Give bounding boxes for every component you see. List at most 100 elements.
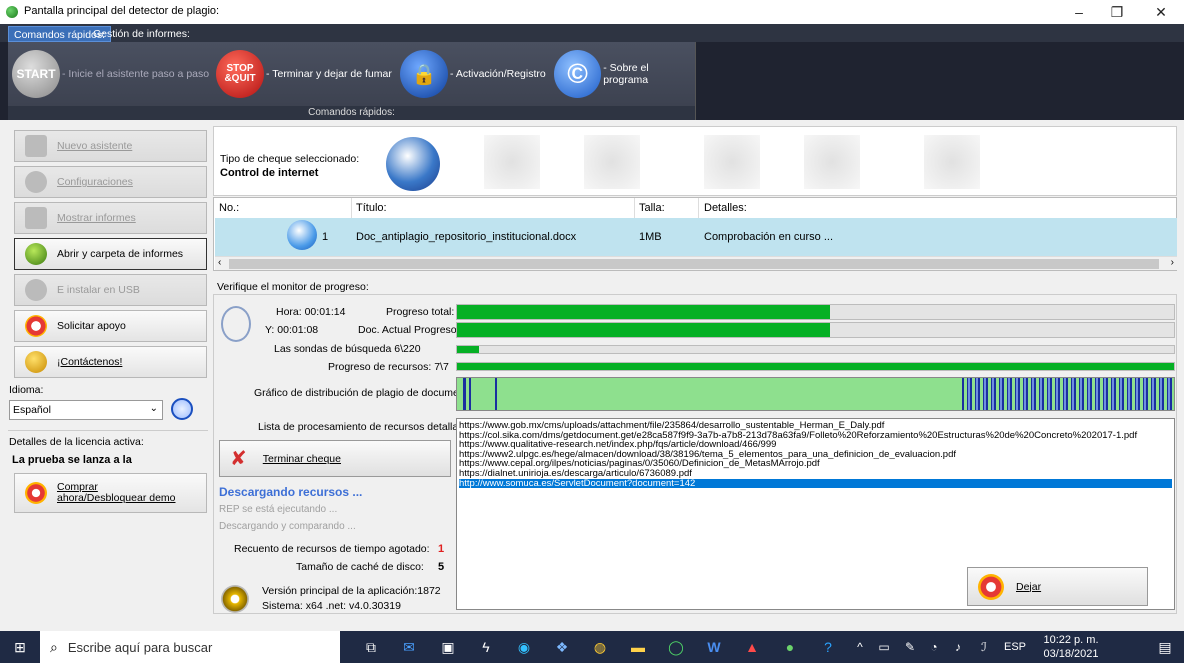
activation-command[interactable]: 🔒 - Activación/Registro	[400, 42, 546, 106]
sidebar-item-new-wizard[interactable]: Nuevo asistente	[14, 130, 207, 162]
resources-progress-bar	[456, 362, 1175, 371]
app-version: Versión principal de la aplicación:1872	[262, 585, 441, 597]
restore-button[interactable]: ❐	[1094, 0, 1140, 24]
sidebar-item-settings[interactable]: Configuraciones	[14, 166, 207, 198]
document-check-icon[interactable]	[804, 135, 860, 189]
list-item[interactable]: https://www.gob.mx/cms/uploads/attachmen…	[459, 421, 1172, 431]
cache-label: Tamaño de caché de disco:	[296, 561, 424, 573]
license-label: Detalles de la licencia activa:	[9, 436, 144, 448]
buy-icon	[25, 482, 47, 504]
local-check-icon[interactable]	[704, 135, 760, 189]
clock-time: 10:22 p. m.	[1043, 634, 1099, 646]
sidebar-item-contact-us[interactable]: ¡Contáctenos!	[14, 346, 207, 378]
scroll-thumb[interactable]	[229, 259, 1159, 269]
sidebar-item-open-reports-folder[interactable]: Abrir y carpeta de informes	[14, 238, 207, 270]
folder-icon	[25, 243, 47, 265]
sidebar-item-label: Abrir y carpeta de informes	[57, 248, 184, 260]
app-icon	[6, 6, 18, 18]
check-type-label: Tipo de cheque seleccionado:	[220, 153, 360, 165]
scroll-right-icon[interactable]: ›	[1171, 257, 1174, 268]
volume-icon[interactable]: ♪	[946, 631, 970, 663]
dropbox-icon[interactable]: ❖	[546, 631, 578, 663]
scroll-left-icon[interactable]: ‹	[218, 257, 221, 268]
settings-check-icon[interactable]	[924, 135, 980, 189]
close-button[interactable]: ✕	[1138, 0, 1184, 24]
about-command[interactable]: © - Sobre el programa	[554, 42, 695, 106]
doc-progress-fill	[457, 323, 830, 337]
signature-icon[interactable]: ℐ	[972, 631, 996, 663]
plagiarism-app-icon[interactable]: ●	[774, 631, 806, 663]
store-icon[interactable]: ▣	[432, 631, 464, 663]
explorer-icon[interactable]: ▬	[622, 631, 654, 663]
total-progress-fill	[457, 305, 830, 319]
probes-label: Las sondas de búsqueda 6\220	[274, 343, 421, 355]
start-wizard-label: - Inicie el asistente paso a paso	[62, 68, 210, 80]
resources-progress-label: Progreso de recursos: 7\7	[328, 361, 449, 373]
settings-icon	[25, 171, 47, 193]
help-icon[interactable]: ?	[812, 631, 844, 663]
activation-label: - Activación/Registro	[450, 68, 546, 80]
list-item[interactable]: https://www.cepal.org/ilpes/noticias/pag…	[459, 459, 1172, 469]
stop-icon: ✘	[230, 448, 247, 470]
start-icon: START	[12, 50, 60, 98]
quit-label: Dejar	[1016, 580, 1042, 593]
list-item[interactable]: https://www2.ulpgc.es/hege/almacen/downl…	[459, 450, 1172, 460]
status-line-1: REP se está ejecutando ...	[219, 504, 338, 515]
column-header-title: Título:	[356, 202, 387, 214]
status-title: Descargando recursos ...	[219, 485, 363, 499]
magnifier-icon	[287, 220, 317, 250]
resources-progress-fill	[457, 363, 1174, 370]
ribbon-group-label: Comandos rápidos:	[8, 106, 695, 120]
whatsapp-icon[interactable]: ◯	[660, 631, 692, 663]
column-header-size: Talla:	[639, 202, 665, 214]
list-item[interactable]: https://dialnet.unirioja.es/descarga/art…	[459, 469, 1172, 479]
list-item-selected[interactable]: http://www.somuca.es/ServletDocument?doc…	[459, 478, 1172, 489]
network-icon[interactable]: ◔	[922, 631, 946, 663]
sidebar-item-install-usb[interactable]: E instalar en USB	[14, 274, 207, 306]
sidebar-item-label: Solicitar apoyo	[57, 320, 126, 332]
mail-icon[interactable]: ✉	[393, 631, 425, 663]
buy-unlock-button[interactable]: Comprar ahora/Desbloquear demo	[14, 473, 207, 513]
clock[interactable]: 10:22 p. m. 03/18/2021	[1040, 633, 1102, 661]
quit-button[interactable]: Dejar	[967, 567, 1148, 606]
stop-check-label: Terminar cheque	[262, 452, 341, 465]
edge-icon[interactable]: ◉	[508, 631, 540, 663]
chrome-icon[interactable]: ◍	[584, 631, 616, 663]
search-placeholder: Escribe aquí para buscar	[67, 639, 213, 655]
sidebar-item-request-support[interactable]: Solicitar apoyo	[14, 310, 207, 342]
stop-quit-command[interactable]: STOP &QUIT - Terminar y dejar de fumar	[216, 42, 392, 106]
notifications-icon[interactable]: ▤	[1150, 631, 1180, 663]
plagiarism-distribution-graph	[456, 377, 1175, 411]
windows-start-icon[interactable]: ⊞	[0, 631, 40, 663]
task-view-icon[interactable]: ⧉	[355, 631, 387, 663]
tab-report-management[interactable]: Gestión de informes:	[88, 26, 195, 42]
globe-icon[interactable]	[171, 398, 193, 420]
contact-icon	[25, 351, 47, 373]
internet-check-icon[interactable]	[386, 137, 440, 191]
language-select[interactable]: Español ⌄	[9, 400, 163, 420]
stop-check-button[interactable]: ✘ Terminar cheque	[219, 440, 451, 477]
list-item[interactable]: https://www.qualitative-research.net/ind…	[459, 440, 1172, 450]
sidebar-item-show-reports[interactable]: Mostrar informes	[14, 202, 207, 234]
pen-icon[interactable]: ✎	[898, 631, 922, 663]
list-item[interactable]: https://col.sika.com/dms/getdocument.get…	[459, 431, 1172, 441]
horizontal-scrollbar[interactable]: ‹ ›	[215, 256, 1177, 270]
word-icon[interactable]: W	[698, 631, 730, 663]
app-icon-bolt[interactable]: ϟ	[470, 631, 502, 663]
input-language[interactable]: ESP	[1000, 631, 1030, 663]
app-icon-red[interactable]: ▲	[736, 631, 768, 663]
battery-icon: ▭	[878, 640, 890, 654]
database-check-icon[interactable]	[484, 135, 540, 189]
remaining-time: Y: 00:01:08	[265, 324, 319, 336]
ribbon-tabs: Comandos rápidos: Gestión de informes:	[0, 24, 1184, 42]
lifebuoy-icon	[25, 315, 47, 337]
tray-chevron-icon[interactable]: ^	[848, 631, 872, 663]
usb-icon	[25, 279, 47, 301]
combined-check-icon[interactable]	[584, 135, 640, 189]
cache-value: 5	[438, 561, 445, 573]
chevron-down-icon: ⌄	[149, 403, 158, 414]
start-wizard-command[interactable]: START - Inicie el asistente paso a paso	[12, 42, 209, 106]
check-type-panel: Tipo de cheque seleccionado: Control de …	[213, 126, 1177, 196]
ribbon-group-quick-commands: START - Inicie el asistente paso a paso …	[8, 42, 696, 120]
taskbar-search[interactable]: ⌕ Escribe aquí para buscar	[40, 631, 340, 663]
